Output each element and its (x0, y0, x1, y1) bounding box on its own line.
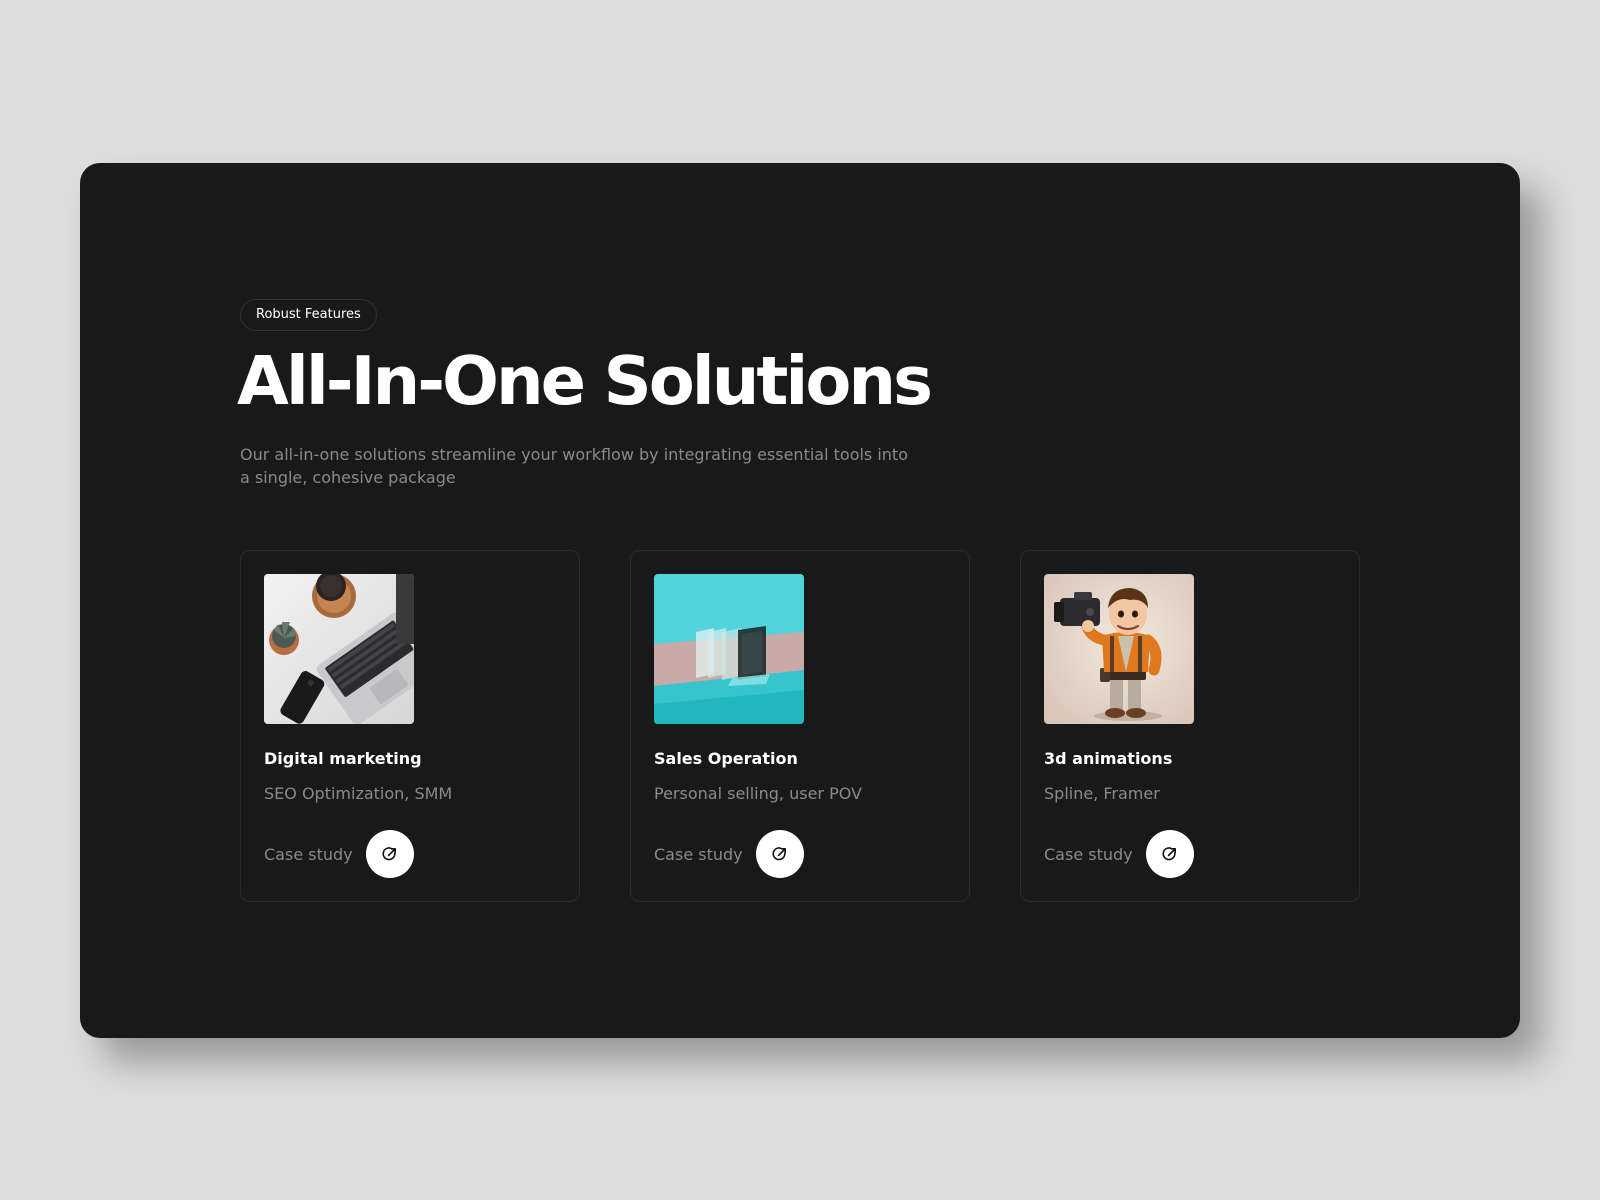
case-study-link[interactable]: Case study (1044, 830, 1194, 878)
card-subtitle: Spline, Framer (1044, 784, 1160, 803)
case-study-button[interactable] (1145, 830, 1194, 878)
arrow-up-right-icon (1162, 847, 1176, 861)
feature-card-sales-operation: Sales Operation Personal selling, user P… (630, 550, 970, 902)
section-subtitle: Our all-in-one solutions streamline your… (240, 445, 908, 487)
case-study-link[interactable]: Case study (654, 830, 804, 878)
feature-card-3d-animations: 3d animations Spline, Framer Case study (1020, 550, 1360, 902)
case-study-label: Case study (264, 844, 353, 864)
case-study-link[interactable]: Case study (264, 830, 414, 878)
card-title: 3d animations (1044, 749, 1173, 768)
card-subtitle: SEO Optimization, SMM (264, 784, 453, 803)
card-title: Digital marketing (264, 749, 422, 768)
card-title: Sales Operation (654, 749, 798, 768)
case-study-label: Case study (654, 844, 743, 864)
card-image-glass-panels (654, 574, 804, 724)
case-study-label: Case study (1044, 844, 1133, 864)
card-image-laptop-desk (264, 574, 414, 724)
case-study-button[interactable] (365, 830, 414, 878)
section-title: All-In-One Solutions (237, 342, 933, 420)
section-badge: Robust Features (240, 299, 377, 331)
card-subtitle: Personal selling, user POV (654, 784, 862, 803)
card-image-cartoon-cameraman (1044, 574, 1194, 724)
case-study-button[interactable] (755, 830, 804, 878)
features-section: Robust Features All-In-One Solutions Our… (80, 163, 1520, 1038)
arrow-up-right-icon (772, 847, 786, 861)
arrow-up-right-icon (382, 847, 396, 861)
feature-card-digital-marketing: Digital marketing SEO Optimization, SMM … (240, 550, 580, 902)
